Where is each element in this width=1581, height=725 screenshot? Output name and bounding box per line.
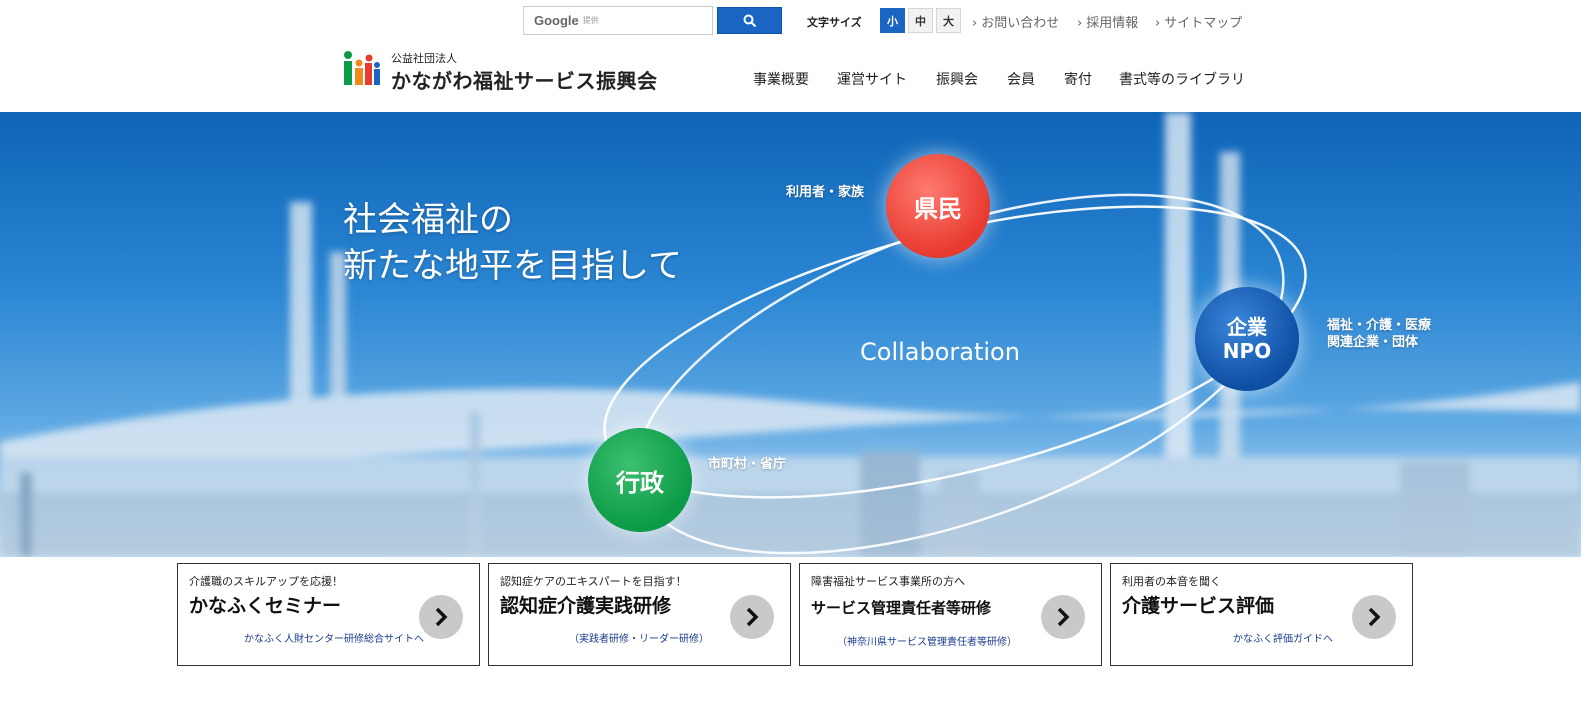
nav-item-overview[interactable]: 事業概要 [753, 69, 809, 89]
google-brand: Google [534, 13, 579, 28]
red-circle-label: 利用者・家族 [786, 185, 865, 200]
blue-label-line-1: 福祉・介護・医療 [1327, 318, 1432, 333]
card-arrow-button[interactable] [1352, 595, 1396, 639]
contact-link[interactable]: お問い合わせ [972, 12, 1059, 31]
card-title: 認知症介護実践研修 [500, 595, 672, 617]
citizens-circle: 県民 [886, 154, 990, 258]
chevron-right-icon [1368, 607, 1381, 627]
chevron-right-icon [435, 607, 448, 627]
tagline-line-1: 社会福祉の [343, 200, 513, 240]
card-arrow-button[interactable] [730, 595, 774, 639]
card-care-service-evaluation[interactable]: 利用者の本音を聞く 介護サービス評価 かなふく評価ガイドへ [1110, 563, 1413, 666]
sitemap-link[interactable]: サイトマップ [1155, 12, 1242, 31]
nav-item-members[interactable]: 会員 [1007, 69, 1035, 89]
site-header: Google 提供 文字サイズ 小 中 大 お問い合わせ 採用情報 サイトマップ… [0, 0, 1581, 112]
citizens-circle-text: 県民 [914, 194, 962, 223]
search-input[interactable]: Google 提供 [523, 6, 713, 35]
logo-name[interactable]: かながわ福祉サービス振興会 [391, 65, 658, 94]
card-title: かなふくセミナー [189, 595, 342, 617]
font-size-medium-button[interactable]: 中 [908, 8, 933, 33]
card-kicker: 障害福祉サービス事業所の方へ [811, 575, 965, 588]
recruit-link[interactable]: 採用情報 [1077, 12, 1138, 31]
chevron-right-icon [1057, 607, 1070, 627]
government-circle-text: 行政 [616, 468, 664, 497]
nav-item-donation[interactable]: 寄付 [1064, 69, 1092, 89]
card-arrow-button[interactable] [1041, 595, 1085, 639]
card-service-manager-training[interactable]: 障害福祉サービス事業所の方へ サービス管理責任者等研修 （神奈川県サービス管理責… [799, 563, 1102, 666]
card-sub[interactable]: （実践者研修・リーダー研修） [569, 630, 709, 645]
font-size-label: 文字サイズ [807, 16, 862, 29]
font-size-small-button[interactable]: 小 [880, 8, 905, 33]
card-seminar[interactable]: 介護職のスキルアップを応援！ かなふくセミナー かなふく人財センター研修総合サイ… [177, 563, 480, 666]
logo-icon[interactable] [343, 49, 381, 87]
blue-label-line-2: 関連企業・団体 [1327, 335, 1419, 350]
card-title: サービス管理責任者等研修 [811, 599, 992, 617]
hero-tagline: 社会福祉の 新たな地平を目指して [343, 197, 682, 289]
chevron-right-icon [746, 607, 759, 627]
logo-subtitle: 公益社団法人 [391, 52, 457, 65]
card-sub[interactable]: （神奈川県サービス管理責任者等研修） [837, 633, 1017, 648]
feature-cards: 介護職のスキルアップを応援！ かなふくセミナー かなふく人財センター研修総合サイ… [0, 563, 1581, 673]
corporate-circle-line-2: NPO [1222, 339, 1272, 363]
tagline-line-2: 新たな地平を目指して [343, 246, 682, 286]
nav-item-association[interactable]: 振興会 [936, 69, 978, 89]
card-dementia-training[interactable]: 認知症ケアのエキスパートを目指す！ 認知症介護実践研修 （実践者研修・リーダー研… [488, 563, 791, 666]
nav-item-sites[interactable]: 運営サイト [837, 69, 907, 89]
card-arrow-button[interactable] [419, 595, 463, 639]
hero-banner: 社会福祉の 新たな地平を目指して 利用者・家族 県民 Collaboration… [0, 112, 1581, 557]
corporate-npo-circle: 企業 NPO [1195, 287, 1299, 391]
collaboration-label: Collaboration [860, 338, 1020, 366]
nav-item-library[interactable]: 書式等のライブラリ [1119, 69, 1245, 89]
google-provided-label: 提供 [582, 16, 599, 25]
card-kicker: 認知症ケアのエキスパートを目指す！ [500, 575, 687, 588]
government-circle: 行政 [588, 428, 692, 532]
card-kicker: 介護職のスキルアップを応援！ [189, 575, 343, 588]
corporate-circle-line-1: 企業 [1227, 315, 1267, 339]
card-sub[interactable]: かなふく評価ガイドへ [1233, 630, 1333, 645]
blue-circle-label: 福祉・介護・医療 関連企業・団体 [1327, 317, 1431, 351]
card-sub[interactable]: かなふく人財センター研修総合サイトへ [244, 630, 424, 645]
card-kicker: 利用者の本音を聞く [1122, 575, 1221, 588]
font-size-large-button[interactable]: 大 [936, 8, 961, 33]
search-button[interactable] [717, 7, 782, 34]
card-title: 介護サービス評価 [1122, 595, 1275, 617]
green-circle-label: 市町村・省庁 [708, 457, 787, 472]
search-icon [743, 14, 756, 27]
